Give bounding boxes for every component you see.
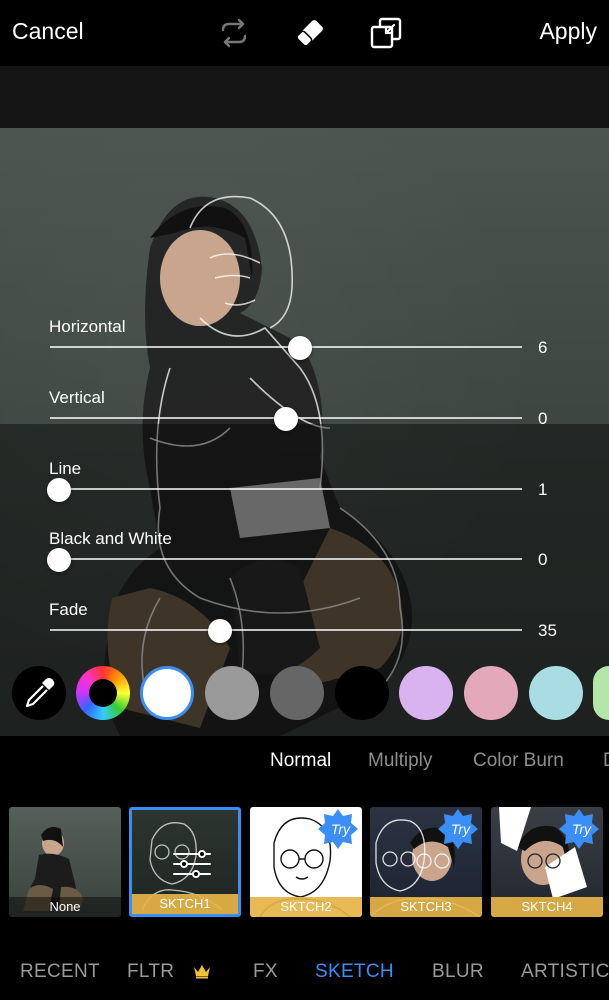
tab-fltr[interactable]: FLTR xyxy=(127,961,174,983)
swatch-black[interactable] xyxy=(335,666,389,720)
canvas-padding xyxy=(0,66,609,128)
slider-thumb[interactable] xyxy=(288,336,313,360)
tab-artistic[interactable]: ARTISTIC xyxy=(521,961,609,983)
top-bar: Cancel Apply xyxy=(0,0,609,66)
slider-value: 35 xyxy=(538,621,557,640)
slider-value: 0 xyxy=(538,550,548,569)
blend-mode-multiply[interactable]: Multiply xyxy=(368,750,432,772)
tab-recent[interactable]: RECENT xyxy=(20,961,100,983)
swatch-light-blue[interactable] xyxy=(529,666,583,720)
effect-thumb-sktch1[interactable]: SKTCH1 xyxy=(129,807,241,917)
slider-thumb[interactable] xyxy=(47,478,72,502)
effect-label: SKTCH4 xyxy=(491,897,603,917)
slider-thumb[interactable] xyxy=(47,548,72,572)
effect-thumb-sktch4[interactable]: Try SKTCH4 xyxy=(491,807,603,917)
slider-vertical[interactable]: Vertical 0 xyxy=(0,388,609,458)
slider-label: Fade xyxy=(49,600,88,619)
try-label: Try xyxy=(330,821,350,837)
slider-track[interactable] xyxy=(50,629,522,631)
swatch-pink[interactable] xyxy=(464,666,518,720)
blend-mode-normal[interactable]: Normal xyxy=(270,750,331,772)
slider-value: 6 xyxy=(538,338,548,357)
effect-thumb-none[interactable]: None xyxy=(9,807,121,917)
slider-thumb[interactable] xyxy=(207,619,232,643)
blend-mode-color-burn[interactable]: Color Burn xyxy=(473,750,564,772)
category-tabs: RECENT FLTR FX SKETCH BLUR ARTISTIC xyxy=(0,944,609,1000)
slider-label: Line xyxy=(49,459,82,478)
slider-track[interactable] xyxy=(50,488,522,490)
tab-fx[interactable]: FX xyxy=(253,961,278,983)
effect-thumbnails: None SKTCH1 Try SKTCH2 Try SKTCH3 Try SK… xyxy=(0,796,609,926)
slider-value: 1 xyxy=(538,480,548,499)
swap-icon[interactable] xyxy=(217,16,251,50)
slider-label: Horizontal xyxy=(49,317,126,336)
effect-label: None xyxy=(9,897,121,917)
slider-fade[interactable]: Fade 35 xyxy=(0,600,609,670)
try-label: Try xyxy=(571,821,591,837)
slider-line[interactable]: Line 1 xyxy=(0,459,609,529)
effect-thumb-sktch3[interactable]: Try SKTCH3 xyxy=(370,807,482,917)
swatch-white[interactable] xyxy=(140,666,194,720)
effect-thumb-sktch2[interactable]: Try SKTCH2 xyxy=(250,807,362,917)
swatch-lavender[interactable] xyxy=(399,666,453,720)
tab-blur[interactable]: BLUR xyxy=(432,961,484,983)
blend-mode-selector: Normal Multiply Color Burn D xyxy=(0,736,609,788)
effect-label: SKTCH2 xyxy=(250,897,362,917)
slider-track[interactable] xyxy=(50,558,522,560)
color-picker-row xyxy=(0,664,609,722)
blend-mode-next[interactable]: D xyxy=(603,750,609,772)
eyedropper-icon xyxy=(25,678,55,708)
effect-label: SKTCH3 xyxy=(370,897,482,917)
slider-value: 0 xyxy=(538,409,548,428)
slider-track[interactable] xyxy=(50,346,522,348)
eraser-icon[interactable] xyxy=(293,16,327,50)
eyedropper-button[interactable] xyxy=(12,666,66,720)
slider-black-and-white[interactable]: Black and White 0 xyxy=(0,529,609,599)
swatch-dark-gray[interactable] xyxy=(270,666,324,720)
swatch-light-green[interactable] xyxy=(593,666,609,720)
slider-label: Black and White xyxy=(49,529,172,548)
try-label: Try xyxy=(450,821,470,837)
cancel-button[interactable]: Cancel xyxy=(12,18,84,45)
effect-label: SKTCH1 xyxy=(132,894,238,914)
crown-icon xyxy=(194,965,210,979)
color-wheel-button[interactable] xyxy=(76,666,130,720)
apply-button[interactable]: Apply xyxy=(539,18,597,45)
tab-sketch[interactable]: SKETCH xyxy=(315,961,394,983)
slider-label: Vertical xyxy=(49,388,105,407)
swatch-light-gray[interactable] xyxy=(205,666,259,720)
compare-icon[interactable] xyxy=(369,16,403,50)
slider-horizontal[interactable]: Horizontal 6 xyxy=(0,317,609,387)
slider-thumb[interactable] xyxy=(274,407,298,431)
